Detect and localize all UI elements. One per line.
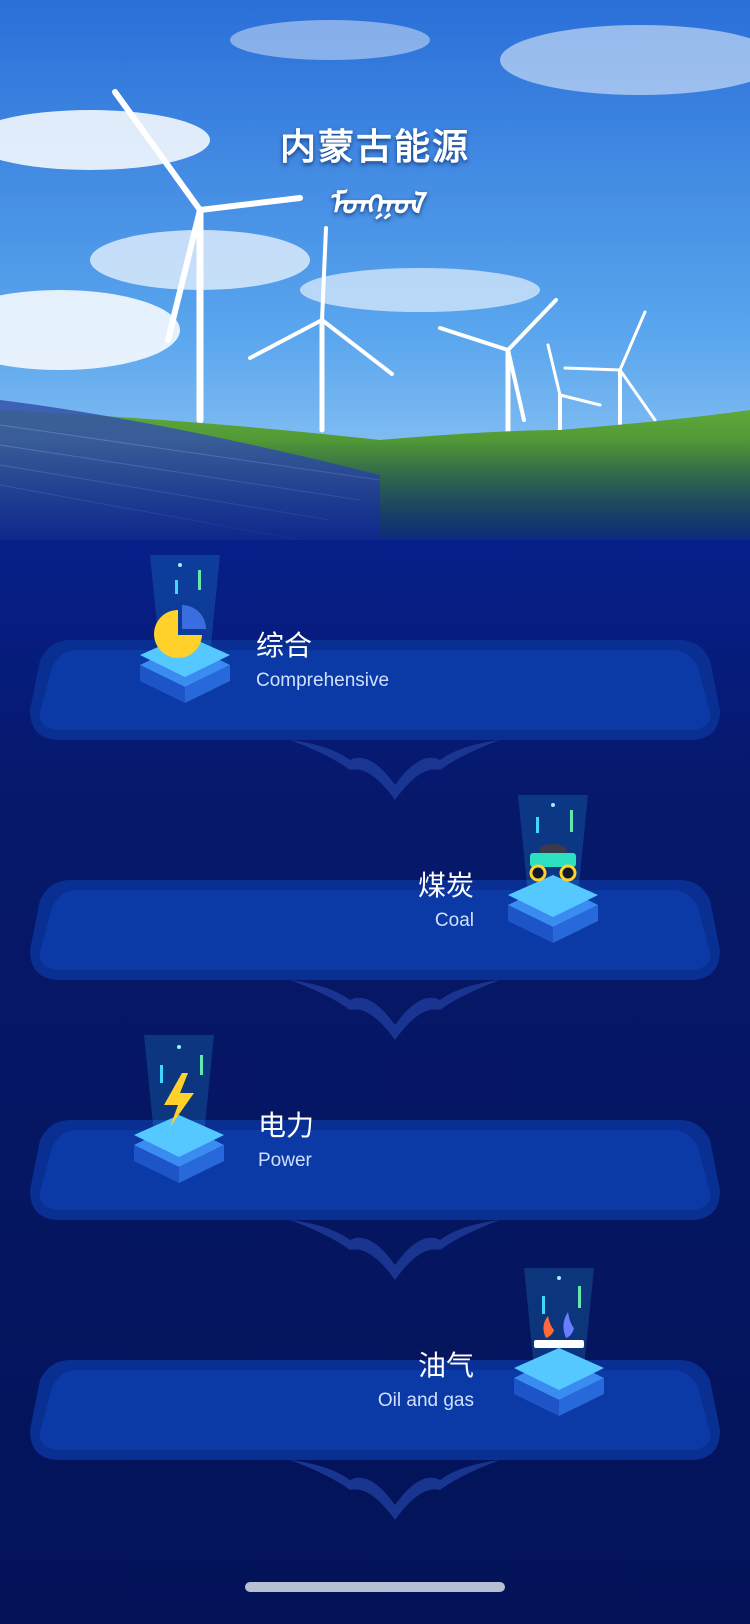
category-label-comprehensive: 综合 Comprehensive [256,624,389,692]
lightning-icon [124,1035,234,1199]
app-title-mongolian: ᠮᠣᠩᠭᠣᠯ [327,187,423,222]
category-card-coal[interactable]: 煤炭 Coal [30,795,720,1040]
home-indicator[interactable] [245,1582,505,1592]
category-subtitle: Coal [434,910,474,931]
category-title: 油气 [417,1349,474,1382]
hero-banner: 内蒙古能源 ᠮᠣᠩᠭᠣᠯ [0,0,750,560]
pie-chart-icon [130,555,240,719]
category-card-oil-gas[interactable]: 油气 Oil and gas [30,1268,720,1520]
category-title: 电力 [258,1109,315,1142]
category-subtitle: Power [258,1150,312,1171]
gas-flame-icon [504,1268,614,1432]
category-label-oil-gas: 油气 Oil and gas [378,1344,474,1412]
category-subtitle: Comprehensive [256,670,390,691]
category-card-power[interactable]: 电力 Power [30,1035,720,1280]
card-plate [30,880,720,980]
category-title: 煤炭 [417,869,474,902]
coal-cart-icon [498,795,608,959]
ornament-divider [290,1460,500,1520]
ornament-divider [290,980,500,1040]
category-label-power: 电力 Power [258,1104,314,1172]
app-title: 内蒙古能源 [279,127,470,168]
category-title: 综合 [256,629,313,662]
card-plate [30,1360,720,1460]
category-subtitle: Oil and gas [377,1390,474,1411]
category-card-comprehensive[interactable]: 综合 Comprehensive [30,555,720,800]
ornament-divider [290,740,500,800]
wind-farm-landscape [0,0,750,560]
category-label-coal: 煤炭 Coal [418,864,474,932]
ornament-divider [290,1220,500,1280]
